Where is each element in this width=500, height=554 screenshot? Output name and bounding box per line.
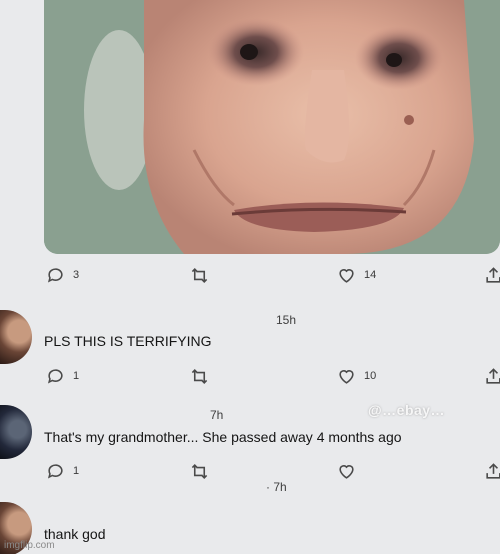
reply-action-bar: 1 10 [0, 364, 500, 388]
reply-button[interactable]: 3 [46, 263, 79, 287]
heart-icon [339, 369, 354, 384]
reply-button[interactable]: 1 [46, 364, 79, 388]
reply-button[interactable]: 1 [46, 459, 79, 483]
share-button[interactable] [484, 263, 500, 287]
reply-count: 1 [73, 370, 80, 382]
reply-icon [47, 267, 63, 283]
elderly-face-photo [44, 0, 500, 254]
share-button[interactable] [484, 364, 500, 388]
share-icon [486, 367, 500, 384]
retweet-icon [191, 463, 208, 479]
share-icon [486, 266, 500, 283]
like-count: 10 [364, 370, 377, 382]
reply-text: PLS THIS IS TERRIFYING [44, 333, 212, 349]
heart-icon [339, 464, 354, 479]
reply-timestamp: 15h [276, 313, 297, 327]
like-button[interactable]: 14 [337, 263, 376, 287]
retweet-button[interactable] [190, 459, 209, 483]
retweet-icon [191, 267, 208, 283]
like-count: 14 [364, 269, 377, 281]
reply-icon [47, 368, 63, 384]
retweet-button[interactable] [190, 364, 209, 388]
reply-timestamp: 7h [210, 408, 224, 422]
like-button[interactable] [337, 459, 364, 483]
reply-text: That's my grandmother... She passed away… [44, 429, 402, 445]
tweet-photo[interactable] [44, 0, 500, 254]
retweet-icon [191, 368, 208, 384]
share-button[interactable] [484, 459, 500, 483]
share-icon [486, 462, 500, 479]
reply-count: 3 [73, 269, 80, 281]
reply-timestamp: · 7h [266, 480, 287, 494]
avatar[interactable] [0, 405, 32, 459]
heart-icon [339, 268, 354, 283]
reply-icon [47, 463, 63, 479]
imgflip-watermark: imgflip.com [4, 540, 55, 551]
avatar[interactable] [0, 310, 32, 364]
tiktok-watermark: @…ebay… [368, 402, 446, 418]
reply-count: 1 [73, 465, 80, 477]
tweet-action-bar: 3 14 [0, 263, 500, 287]
like-button[interactable]: 10 [337, 364, 376, 388]
retweet-button[interactable] [190, 263, 209, 287]
reply-action-bar: 1 [0, 459, 500, 483]
